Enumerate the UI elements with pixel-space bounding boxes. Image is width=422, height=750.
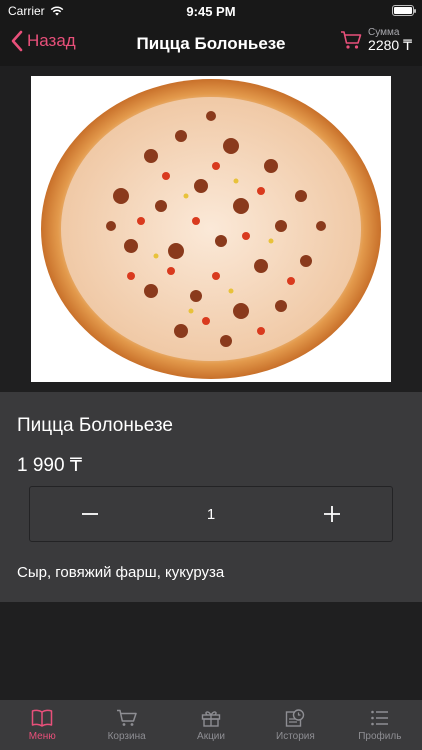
product-price: 1 990 ₸ <box>17 455 82 476</box>
history-icon <box>286 709 305 727</box>
plus-icon <box>324 506 340 522</box>
tab-menu[interactable]: Меню <box>0 700 84 750</box>
chevron-left-icon <box>11 30 23 52</box>
quantity-value: 1 <box>206 505 216 523</box>
list-icon <box>371 710 388 726</box>
tab-profile[interactable]: Профиль <box>338 700 422 750</box>
tab-bar: Меню Корзина Акции История Профиль <box>0 700 422 750</box>
pizza-photo-icon <box>41 79 381 379</box>
product-image-area <box>0 66 422 392</box>
cart-summary-button[interactable]: Сумма 2280 ₸ <box>340 27 412 53</box>
product-image <box>31 76 391 382</box>
back-button[interactable]: Назад <box>10 30 76 52</box>
cart-icon <box>116 709 137 726</box>
status-time: 9:45 PM <box>186 4 236 19</box>
tab-cart-label: Корзина <box>107 731 146 742</box>
tab-history-label: История <box>276 731 315 742</box>
gift-icon <box>201 711 221 727</box>
minus-icon <box>82 513 98 515</box>
increase-quantity-button[interactable] <box>272 487 392 541</box>
navigation-bar: Назад Пицца Болоньезе Сумма 2280 ₸ <box>0 22 422 66</box>
tab-promotions-label: Акции <box>197 731 225 742</box>
tab-history[interactable]: История <box>253 700 337 750</box>
tab-promotions[interactable]: Акции <box>169 700 253 750</box>
decrease-quantity-button[interactable] <box>30 487 150 541</box>
tab-cart[interactable]: Корзина <box>84 700 168 750</box>
cart-sum-amount: 2280 ₸ <box>368 37 412 53</box>
tab-profile-label: Профиль <box>358 731 402 742</box>
status-bar: Carrier 9:45 PM <box>0 0 422 22</box>
tab-menu-label: Меню <box>28 731 56 742</box>
product-details-card: Пицца Болоньезе 1 990 ₸ 1 Сыр, говяжий ф… <box>0 392 422 602</box>
quantity-stepper: 1 <box>29 486 393 542</box>
cart-icon <box>341 31 362 49</box>
product-screen: Carrier 9:45 PM Назад Пицца Болоньезе Су… <box>0 0 422 750</box>
back-button-label: Назад <box>27 31 76 50</box>
book-icon <box>31 709 53 727</box>
product-name: Пицца Болоньезе <box>17 415 173 436</box>
product-description: Сыр, говяжий фарш, кукуруза <box>17 564 225 581</box>
battery-icon <box>392 5 416 16</box>
